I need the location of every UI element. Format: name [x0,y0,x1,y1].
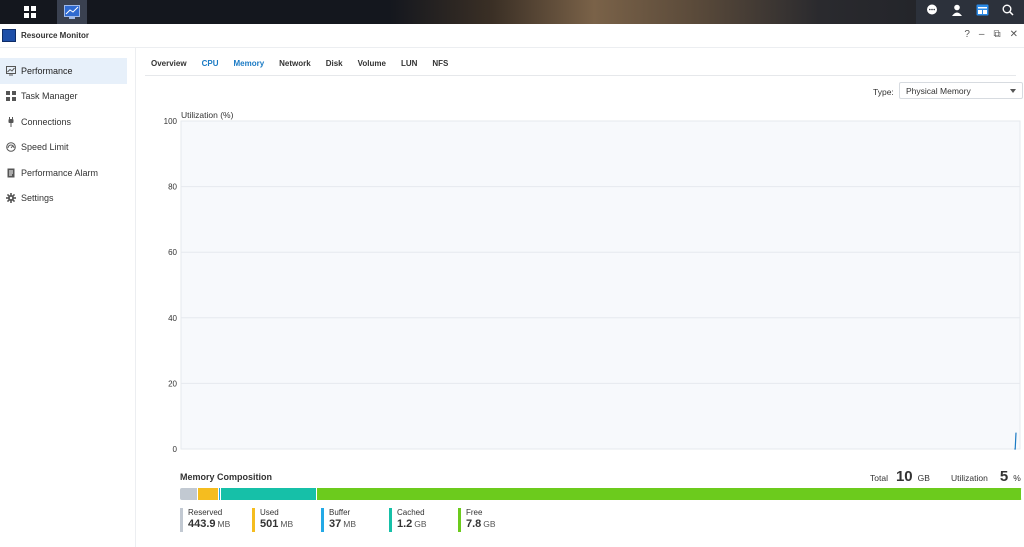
legend-buffer: Buffer 37 MB [321,508,356,532]
connections-icon [6,116,16,127]
minimize-button[interactable]: – [979,29,985,40]
sidebar-item-label: Settings [21,193,54,204]
legend-label: Used [260,508,279,517]
memory-utilization: Utilization 5 % [951,468,1021,485]
user-icon[interactable] [951,3,963,21]
total-unit: GB [917,473,930,483]
gear-icon [6,193,16,204]
sidebar-item-label: Speed Limit [21,142,69,153]
total-value: 10 [895,468,913,485]
legend-unit: MB [343,519,356,529]
bar-segment-reserved [180,488,199,500]
legend-used: Used 501 MB [252,508,293,532]
apps-grid-icon[interactable] [10,0,50,24]
legend-label: Cached [397,508,425,517]
legend-unit: MB [217,519,231,529]
taskbar [0,0,1024,24]
taskbar-tray [916,0,1024,24]
chat-icon[interactable] [926,3,938,21]
window-title: Resource Monitor [21,31,90,40]
y-tick-label: 60 [168,248,177,257]
legend-free: Free 7.8 GB [458,508,496,532]
legend-value: 1.2 [397,518,413,530]
sidebar-item-settings[interactable]: Settings [0,186,127,212]
main-panel: Overview CPU Memory Network Disk Volume … [137,48,1024,547]
restore-button[interactable]: ⧉ [993,29,1000,40]
legend-value: 501 [260,518,279,530]
legend-reserved: Reserved 443.9 MB [180,508,230,532]
utilization-chart: 100 80 60 40 20 0 [164,117,1021,454]
sidebar-item-label: Task Manager [21,91,78,102]
total-label: Total [870,473,888,483]
bar-segment-free [316,488,1022,500]
y-tick-label: 40 [168,314,177,323]
sidebar: Performance Task Manager Connections Spe… [0,48,136,547]
y-tick-label: 20 [168,379,177,388]
legend-label: Free [466,508,483,517]
utilization-value: 5 [999,468,1009,485]
resource-monitor-app-icon [2,29,16,42]
sidebar-item-task-manager[interactable]: Task Manager [0,84,127,110]
legend-label: Reserved [188,508,223,517]
utilization-label: Utilization [951,473,988,483]
legend-unit: MB [280,519,294,529]
sidebar-item-label: Performance [21,65,73,76]
sidebar-item-speed-limit[interactable]: Speed Limit [0,135,127,161]
bar-segment-used [198,488,220,500]
task-manager-icon [6,91,16,102]
legend-value: 37 [329,518,342,530]
sidebar-item-label: Performance Alarm [21,167,99,178]
legend-value: 7.8 [466,518,482,530]
sidebar-item-connections[interactable]: Connections [0,109,127,135]
help-button[interactable]: ? [964,29,970,40]
speed-limit-icon [6,142,16,153]
widgets-icon[interactable] [976,3,989,21]
resource-monitor-icon[interactable] [57,0,87,24]
total-memory: Total 10 GB [870,468,930,485]
window-titlebar: Resource Monitor ? – ⧉ ✕ [0,24,1024,48]
sidebar-item-performance-alarm[interactable]: Performance Alarm [0,160,127,186]
y-tick-label: 100 [164,117,178,126]
y-tick-label: 0 [173,445,178,454]
bar-segment-cached [220,488,317,500]
utilization-unit: % [1013,473,1021,483]
alarm-icon [6,168,16,178]
legend-label: Buffer [329,508,351,517]
legend-cached: Cached 1.2 GB [389,508,427,532]
legend-unit: GB [414,519,427,529]
close-button[interactable]: ✕ [1010,29,1018,40]
memory-composition-title: Memory Composition [180,472,273,482]
search-icon[interactable] [1002,3,1014,21]
window-controls: ? – ⧉ ✕ [964,29,1018,40]
performance-icon [6,65,16,76]
legend-value: 443.9 [188,518,216,530]
legend-unit: GB [483,519,496,529]
plot-area [180,120,1021,450]
sidebar-item-performance[interactable]: Performance [0,58,127,84]
y-tick-label: 80 [168,183,177,192]
memory-composition-bar [180,488,1022,500]
sidebar-item-label: Connections [21,116,72,127]
